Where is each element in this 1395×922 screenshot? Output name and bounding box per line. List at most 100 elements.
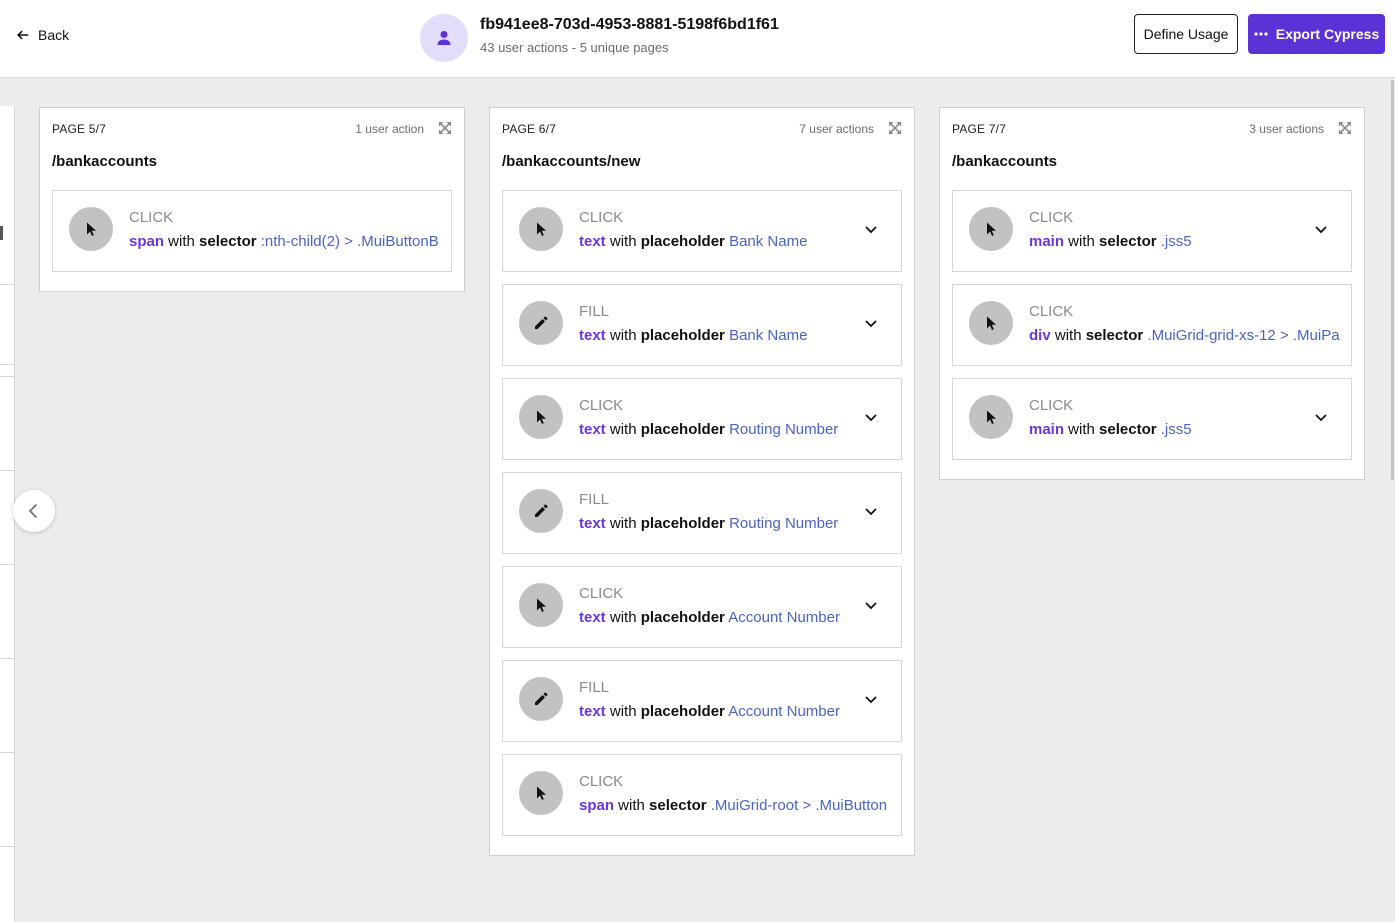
action-item[interactable]: CLICK text with placeholder Account Numbe… xyxy=(502,566,902,648)
click-action-icon xyxy=(969,395,1013,439)
locator-key: placeholder xyxy=(640,327,725,344)
locator-key: selector xyxy=(649,797,707,814)
divider xyxy=(0,846,14,847)
define-usage-button[interactable]: Define Usage xyxy=(1134,14,1238,54)
locator-key: placeholder xyxy=(640,233,725,250)
action-type: FILL xyxy=(579,303,610,320)
action-description: text with placeholder Bank Name xyxy=(579,327,807,344)
action-type: CLICK xyxy=(579,773,624,790)
action-description: text with placeholder Bank Name xyxy=(579,233,807,250)
click-action-icon xyxy=(519,207,563,251)
fill-action-icon xyxy=(519,677,563,721)
expand-icon[interactable] xyxy=(1338,121,1352,135)
action-description: main with selector .jss5 xyxy=(1029,421,1192,438)
action-item[interactable]: CLICK text with placeholder Bank Name xyxy=(502,190,902,272)
fill-action-icon xyxy=(519,301,563,345)
cursor-icon xyxy=(537,786,546,800)
locator-key: placeholder xyxy=(640,703,725,720)
page-card: PAGE 5/7 1 user action/bankaccounts CLICK s… xyxy=(39,107,465,292)
locator-value: .jss5 xyxy=(1160,421,1192,438)
action-type: CLICK xyxy=(1029,303,1074,320)
locator-key: selector xyxy=(1085,327,1144,344)
chevron-down-icon[interactable] xyxy=(863,315,879,331)
locator-key: placeholder xyxy=(640,609,725,626)
chevron-down-icon[interactable] xyxy=(863,503,879,519)
locator-key: placeholder xyxy=(640,515,725,532)
action-item[interactable]: CLICK text with placeholder Routing Numbe… xyxy=(502,378,902,460)
element-tag: text xyxy=(579,327,606,344)
locator-value: Bank Name xyxy=(729,233,808,250)
action-item[interactable]: CLICK span with selector :nth-child(2) > … xyxy=(52,190,452,272)
action-item[interactable]: CLICK div with selector .MuiGrid-grid-xs-… xyxy=(952,284,1352,366)
element-tag: text xyxy=(579,515,606,532)
cursor-icon xyxy=(987,316,996,330)
action-description: text with placeholder Account Number xyxy=(579,703,840,720)
divider xyxy=(0,658,14,659)
chevron-down-icon[interactable] xyxy=(1313,221,1329,237)
divider xyxy=(0,376,14,377)
action-count: 3 user actions xyxy=(1249,122,1324,136)
action-item[interactable]: FILL text with placeholder Account Number xyxy=(502,660,902,742)
click-action-icon xyxy=(519,583,563,627)
action-description: div with selector .MuiGrid-grid-xs-12 > … xyxy=(1029,327,1340,344)
divider xyxy=(0,564,14,565)
scrollbar[interactable] xyxy=(1391,80,1394,480)
chevron-down-icon[interactable] xyxy=(1313,409,1329,425)
click-action-icon xyxy=(519,771,563,815)
previous-page-button[interactable] xyxy=(13,490,55,532)
action-count: 1 user action xyxy=(355,122,424,136)
divider xyxy=(0,470,14,471)
locator-value: .MuiGrid-root > .MuiButton xyxy=(710,797,888,814)
action-type: CLICK xyxy=(579,397,624,414)
action-item[interactable]: FILL text with placeholder Routing Number xyxy=(502,472,902,554)
with-text: with xyxy=(605,327,641,344)
click-action-icon xyxy=(969,301,1013,345)
element-tag: text xyxy=(579,421,606,438)
action-type: FILL xyxy=(579,491,610,508)
element-tag: main xyxy=(1029,421,1065,438)
locator-key: selector xyxy=(1099,421,1157,438)
pencil-icon xyxy=(535,504,548,517)
element-tag: div xyxy=(1029,327,1051,344)
action-description: main with selector .jss5 xyxy=(1029,233,1192,250)
action-type: CLICK xyxy=(1029,209,1074,226)
back-button[interactable]: Back xyxy=(16,27,69,43)
element-tag: main xyxy=(1029,233,1065,250)
with-text: with xyxy=(164,233,200,250)
divider xyxy=(0,284,14,285)
click-action-icon xyxy=(69,207,113,251)
chevron-down-icon[interactable] xyxy=(863,409,879,425)
pencil-icon xyxy=(535,692,548,705)
page-path: /bankaccounts xyxy=(52,153,158,170)
locator-value: Routing Number xyxy=(729,421,839,438)
action-item[interactable]: CLICK main with selector .jss5 xyxy=(952,190,1352,272)
expand-icon[interactable] xyxy=(438,121,452,135)
with-text: with xyxy=(605,421,641,438)
click-action-icon xyxy=(969,207,1013,251)
element-tag: span xyxy=(129,233,165,250)
element-tag: text xyxy=(579,609,606,626)
page-number: PAGE 6/7 xyxy=(502,122,557,136)
fill-action-icon xyxy=(519,489,563,533)
action-description: span with selector :nth-child(2) > .MuiB… xyxy=(129,233,439,250)
chevron-down-icon[interactable] xyxy=(863,597,879,613)
expand-icon[interactable] xyxy=(888,121,902,135)
locator-key: selector xyxy=(199,233,257,250)
chevron-down-icon[interactable] xyxy=(863,221,879,237)
action-type: FILL xyxy=(579,679,610,696)
session-summary: 43 user actions - 5 unique pages xyxy=(480,40,669,55)
chevron-left-icon xyxy=(28,503,38,519)
page-path: /bankaccounts/new xyxy=(502,153,641,170)
back-label: Back xyxy=(38,27,70,43)
cursor-icon xyxy=(987,410,996,424)
action-item[interactable]: CLICK span with selector .MuiGrid-root > … xyxy=(502,754,902,836)
export-cypress-button[interactable]: Export Cypress xyxy=(1248,14,1385,54)
action-type: CLICK xyxy=(129,209,174,226)
page-number: PAGE 7/7 xyxy=(952,122,1007,136)
pencil-icon xyxy=(535,316,548,329)
action-description: text with placeholder Routing Number xyxy=(579,421,838,438)
arrow-left-icon xyxy=(17,30,29,40)
chevron-down-icon[interactable] xyxy=(863,691,879,707)
action-item[interactable]: FILL text with placeholder Bank Name xyxy=(502,284,902,366)
action-item[interactable]: CLICK main with selector .jss5 xyxy=(952,378,1352,460)
